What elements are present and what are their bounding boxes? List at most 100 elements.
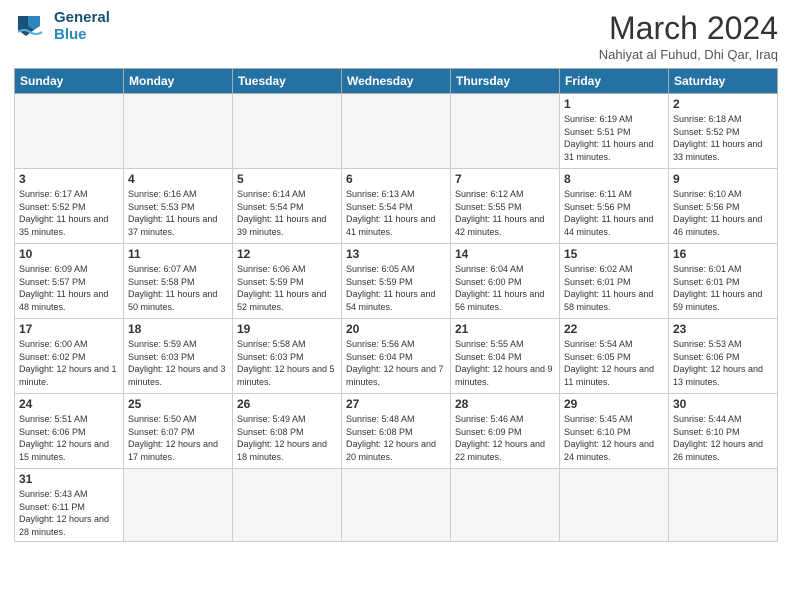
day-cell: 30 Sunrise: 5:44 AM Sunset: 6:10 PM Dayli…	[669, 394, 778, 469]
day-number: 27	[346, 397, 446, 411]
day-number: 13	[346, 247, 446, 261]
day-number: 11	[128, 247, 228, 261]
day-cell	[451, 469, 560, 542]
day-info: Sunrise: 5:56 AM Sunset: 6:04 PM Dayligh…	[346, 338, 446, 388]
day-cell: 18 Sunrise: 5:59 AM Sunset: 6:03 PM Dayli…	[124, 319, 233, 394]
day-info: Sunrise: 5:53 AM Sunset: 6:06 PM Dayligh…	[673, 338, 773, 388]
day-cell: 10Sunrise: 6:09 AM Sunset: 5:57 PM Dayli…	[15, 244, 124, 319]
day-number: 26	[237, 397, 337, 411]
day-cell	[233, 469, 342, 542]
week-row-6: 31Sunrise: 5:43 AM Sunset: 6:11 PM Dayli…	[15, 469, 778, 542]
day-cell	[669, 469, 778, 542]
day-info: Sunrise: 6:19 AM Sunset: 5:51 PM Dayligh…	[564, 113, 664, 163]
day-number: 3	[19, 172, 119, 186]
day-info: Sunrise: 5:45 AM Sunset: 6:10 PM Dayligh…	[564, 413, 664, 463]
day-cell: 29 Sunrise: 5:45 AM Sunset: 6:10 PM Dayli…	[560, 394, 669, 469]
day-cell: 28 Sunrise: 5:46 AM Sunset: 6:09 PM Dayli…	[451, 394, 560, 469]
logo-text: GeneralBlue	[54, 10, 110, 43]
logo-icon	[14, 12, 50, 42]
day-cell	[124, 469, 233, 542]
day-number: 25	[128, 397, 228, 411]
day-number: 20	[346, 322, 446, 336]
day-cell: 5Sunrise: 6:14 AM Sunset: 5:54 PM Daylig…	[233, 169, 342, 244]
weekday-header-thursday: Thursday	[451, 69, 560, 94]
day-number: 23	[673, 322, 773, 336]
logo: GeneralBlue	[14, 10, 110, 43]
day-cell: 1Sunrise: 6:19 AM Sunset: 5:51 PM Daylig…	[560, 94, 669, 169]
day-info: Sunrise: 6:12 AM Sunset: 5:55 PM Dayligh…	[455, 188, 555, 238]
day-cell: 16 Sunrise: 6:01 AM Sunset: 6:01 PM Dayli…	[669, 244, 778, 319]
day-cell: 3 Sunrise: 6:17 AM Sunset: 5:52 PM Daylig…	[15, 169, 124, 244]
subtitle: Nahiyat al Fuhud, Dhi Qar, Iraq	[599, 47, 778, 62]
day-cell	[233, 94, 342, 169]
day-number: 16	[673, 247, 773, 261]
day-info: Sunrise: 6:07 AM Sunset: 5:58 PM Dayligh…	[128, 263, 228, 313]
week-row-1: 1Sunrise: 6:19 AM Sunset: 5:51 PM Daylig…	[15, 94, 778, 169]
day-cell: 27 Sunrise: 5:48 AM Sunset: 6:08 PM Dayli…	[342, 394, 451, 469]
day-number: 17	[19, 322, 119, 336]
day-cell: 8Sunrise: 6:11 AM Sunset: 5:56 PM Daylig…	[560, 169, 669, 244]
weekday-header-row: SundayMondayTuesdayWednesdayThursdayFrid…	[15, 69, 778, 94]
day-number: 18	[128, 322, 228, 336]
day-cell	[342, 94, 451, 169]
header: GeneralBlue March 2024 Nahiyat al Fuhud,…	[14, 10, 778, 62]
day-info: Sunrise: 6:04 AM Sunset: 6:00 PM Dayligh…	[455, 263, 555, 313]
day-info: Sunrise: 6:01 AM Sunset: 6:01 PM Dayligh…	[673, 263, 773, 313]
day-cell: 23 Sunrise: 5:53 AM Sunset: 6:06 PM Dayli…	[669, 319, 778, 394]
day-cell: 13 Sunrise: 6:05 AM Sunset: 5:59 PM Dayli…	[342, 244, 451, 319]
day-number: 7	[455, 172, 555, 186]
day-cell: 19Sunrise: 5:58 AM Sunset: 6:03 PM Dayli…	[233, 319, 342, 394]
day-cell: 15 Sunrise: 6:02 AM Sunset: 6:01 PM Dayli…	[560, 244, 669, 319]
day-cell: 20 Sunrise: 5:56 AM Sunset: 6:04 PM Dayli…	[342, 319, 451, 394]
day-number: 4	[128, 172, 228, 186]
day-info: Sunrise: 5:48 AM Sunset: 6:08 PM Dayligh…	[346, 413, 446, 463]
day-info: Sunrise: 6:18 AM Sunset: 5:52 PM Dayligh…	[673, 113, 773, 163]
day-cell: 24 Sunrise: 5:51 AM Sunset: 6:06 PM Dayli…	[15, 394, 124, 469]
title-area: March 2024 Nahiyat al Fuhud, Dhi Qar, Ir…	[599, 10, 778, 62]
day-cell: 22Sunrise: 5:54 AM Sunset: 6:05 PM Dayli…	[560, 319, 669, 394]
day-cell	[342, 469, 451, 542]
day-cell: 11 Sunrise: 6:07 AM Sunset: 5:58 PM Dayli…	[124, 244, 233, 319]
day-number: 14	[455, 247, 555, 261]
day-number: 12	[237, 247, 337, 261]
day-number: 29	[564, 397, 664, 411]
day-cell	[451, 94, 560, 169]
day-info: Sunrise: 6:14 AM Sunset: 5:54 PM Dayligh…	[237, 188, 337, 238]
day-cell: 9Sunrise: 6:10 AM Sunset: 5:56 PM Daylig…	[669, 169, 778, 244]
day-cell: 25 Sunrise: 5:50 AM Sunset: 6:07 PM Dayli…	[124, 394, 233, 469]
day-info: Sunrise: 5:46 AM Sunset: 6:09 PM Dayligh…	[455, 413, 555, 463]
page: GeneralBlue March 2024 Nahiyat al Fuhud,…	[0, 0, 792, 548]
day-cell: 17Sunrise: 6:00 AM Sunset: 6:02 PM Dayli…	[15, 319, 124, 394]
week-row-4: 17Sunrise: 6:00 AM Sunset: 6:02 PM Dayli…	[15, 319, 778, 394]
day-info: Sunrise: 6:17 AM Sunset: 5:52 PM Dayligh…	[19, 188, 119, 238]
weekday-header-sunday: Sunday	[15, 69, 124, 94]
day-info: Sunrise: 5:59 AM Sunset: 6:03 PM Dayligh…	[128, 338, 228, 388]
day-cell: 4Sunrise: 6:16 AM Sunset: 5:53 PM Daylig…	[124, 169, 233, 244]
day-info: Sunrise: 5:50 AM Sunset: 6:07 PM Dayligh…	[128, 413, 228, 463]
day-info: Sunrise: 5:55 AM Sunset: 6:04 PM Dayligh…	[455, 338, 555, 388]
day-cell: 2Sunrise: 6:18 AM Sunset: 5:52 PM Daylig…	[669, 94, 778, 169]
day-number: 21	[455, 322, 555, 336]
day-cell	[15, 94, 124, 169]
day-info: Sunrise: 6:05 AM Sunset: 5:59 PM Dayligh…	[346, 263, 446, 313]
day-cell	[560, 469, 669, 542]
day-cell	[124, 94, 233, 169]
weekday-header-friday: Friday	[560, 69, 669, 94]
day-info: Sunrise: 6:06 AM Sunset: 5:59 PM Dayligh…	[237, 263, 337, 313]
weekday-header-monday: Monday	[124, 69, 233, 94]
day-number: 24	[19, 397, 119, 411]
calendar: SundayMondayTuesdayWednesdayThursdayFrid…	[14, 68, 778, 542]
day-info: Sunrise: 5:49 AM Sunset: 6:08 PM Dayligh…	[237, 413, 337, 463]
day-cell: 14 Sunrise: 6:04 AM Sunset: 6:00 PM Dayli…	[451, 244, 560, 319]
day-number: 31	[19, 472, 119, 486]
day-number: 30	[673, 397, 773, 411]
day-info: Sunrise: 6:02 AM Sunset: 6:01 PM Dayligh…	[564, 263, 664, 313]
day-cell: 31Sunrise: 5:43 AM Sunset: 6:11 PM Dayli…	[15, 469, 124, 542]
day-info: Sunrise: 5:51 AM Sunset: 6:06 PM Dayligh…	[19, 413, 119, 463]
day-number: 9	[673, 172, 773, 186]
day-info: Sunrise: 5:44 AM Sunset: 6:10 PM Dayligh…	[673, 413, 773, 463]
day-cell: 6Sunrise: 6:13 AM Sunset: 5:54 PM Daylig…	[342, 169, 451, 244]
day-number: 28	[455, 397, 555, 411]
day-number: 15	[564, 247, 664, 261]
week-row-5: 24 Sunrise: 5:51 AM Sunset: 6:06 PM Dayli…	[15, 394, 778, 469]
